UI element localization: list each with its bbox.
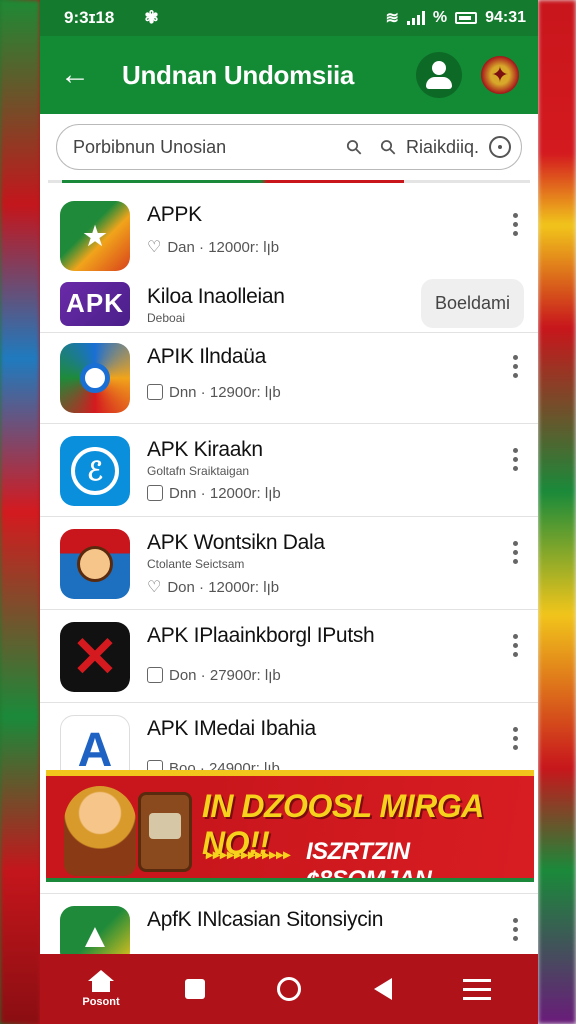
app-subtitle: Goltafn Sraiktaigan bbox=[147, 464, 250, 478]
app-bar: ← Undnan Undomsiia ✦ bbox=[40, 36, 538, 114]
app-name: APK Kiraakn bbox=[147, 438, 263, 461]
search-secondary-text: Riaikdiiq. bbox=[405, 136, 479, 157]
garuda-emblem-icon[interactable]: ✦ bbox=[478, 53, 522, 97]
app-name: APK IPlaainkborgl IPutsh bbox=[147, 624, 375, 647]
search-input[interactable]: Porbibnun Unosian ⚲ ⚲ Riaikdiiq. bbox=[56, 124, 522, 170]
loading-progress-fill bbox=[62, 180, 404, 183]
phone-screen: 9:3ɪ18 ✾ ≋ % 94:31 ← Undnan Undomsiia ✦ … bbox=[40, 0, 538, 1024]
nav-home-label: Posont bbox=[82, 996, 120, 1008]
app-name: ApfK INlcasian Sitonsiycin bbox=[147, 908, 384, 931]
more-options-icon[interactable] bbox=[507, 910, 524, 949]
nav-recents[interactable] bbox=[160, 979, 230, 999]
robot-image bbox=[138, 792, 192, 872]
more-options-icon[interactable] bbox=[507, 347, 524, 386]
search-icon[interactable]: ⚲ bbox=[340, 133, 368, 161]
banner-arrow: ▸▸▸▸▸▸▸▸▸▸▸▸ bbox=[206, 846, 291, 862]
app-meta: Dnn · 12000r: lꞁb bbox=[169, 485, 281, 502]
battery-percent: % bbox=[432, 9, 448, 26]
clock-icon[interactable] bbox=[489, 136, 511, 158]
app-name: APPK bbox=[147, 203, 202, 226]
app-icon: ℰ bbox=[60, 436, 130, 506]
menu-icon bbox=[463, 978, 491, 1000]
app-meta: Don · 12000r: lꞁb bbox=[167, 579, 280, 596]
status-bar: 9:3ɪ18 ✾ ≋ % 94:31 bbox=[40, 0, 538, 36]
back-triangle-icon bbox=[374, 978, 392, 1000]
signal-icon bbox=[406, 11, 425, 25]
wifi-icon: ≋ bbox=[385, 10, 399, 27]
app-subtitle: Ctolante Seictsam bbox=[147, 557, 245, 571]
more-options-icon[interactable] bbox=[507, 205, 524, 244]
bottom-navigation: Posont bbox=[40, 954, 538, 1024]
list-item[interactable]: APK Wontsikn Dala Ctolante Seictsam ♡ Do… bbox=[40, 517, 538, 610]
profile-icon bbox=[426, 61, 452, 89]
heart-icon: ♡ bbox=[147, 239, 162, 256]
mascot-image bbox=[64, 786, 136, 876]
nav-menu[interactable] bbox=[442, 978, 512, 1000]
battery-icon bbox=[455, 12, 478, 24]
search-section: Porbibnun Unosian ⚲ ⚲ Riaikdiiq. bbox=[40, 114, 538, 170]
app-subtitle: Deboai bbox=[147, 310, 186, 325]
app-list: ★ APPK ♡ Dan · 12000r: lꞁb APK Kiloa Ina… bbox=[40, 183, 538, 795]
square-icon bbox=[185, 979, 205, 999]
promo-banner[interactable]: IN DZOOSL MIRGA NO!! ▸▸▸▸▸▸▸▸▸▸▸▸ ISZRTZ… bbox=[46, 770, 534, 882]
profile-button[interactable] bbox=[416, 52, 462, 98]
list-item[interactable]: APIK Ilndaüa Dnn · 12900r: lꞁb bbox=[40, 333, 538, 424]
app-icon bbox=[60, 343, 130, 413]
banner-subtitle: ISZRTZIN ¢8SOMJAN bbox=[306, 838, 432, 882]
more-options-icon[interactable] bbox=[507, 626, 524, 665]
home-icon bbox=[88, 970, 114, 992]
search-icon-secondary: ⚲ bbox=[376, 134, 402, 161]
app-meta: Dnn · 12900r: lꞁb bbox=[169, 384, 281, 401]
page-title: Undnan Undomsiia bbox=[122, 59, 355, 90]
app-name: Kiloa Inaolleian bbox=[147, 284, 285, 308]
box-icon bbox=[147, 384, 163, 400]
status-time-right: 94:31 bbox=[485, 9, 526, 26]
status-time-left: 9:3ɪ18 bbox=[64, 8, 115, 27]
app-meta: Don · 27900r: lꞁb bbox=[169, 667, 281, 684]
list-item[interactable]: ℰ APK Kiraakn Goltafn Sraiktaigan Dnn · … bbox=[40, 424, 538, 517]
list-item[interactable]: ★ APPK ♡ Dan · 12000r: lꞁb bbox=[40, 189, 538, 275]
more-options-icon[interactable] bbox=[507, 440, 524, 479]
app-name: APK IMedai Ibahia bbox=[147, 717, 316, 740]
nav-back[interactable] bbox=[348, 978, 418, 1000]
app-icon: ✕ bbox=[60, 622, 130, 692]
more-options-icon[interactable] bbox=[507, 533, 524, 572]
apk-badge-icon: APK bbox=[60, 281, 130, 326]
background-left-decor bbox=[0, 0, 40, 1024]
heart-icon: ♡ bbox=[147, 579, 162, 596]
list-item[interactable]: ✕ APK IPlaainkborgl IPutsh Don · 27900r:… bbox=[40, 610, 538, 703]
list-item[interactable]: APK Kiloa Inaolleian Deboai Boeldami bbox=[40, 275, 538, 333]
loading-progress-bar bbox=[48, 180, 530, 183]
nav-home-circle[interactable] bbox=[254, 977, 324, 1001]
bug-icon: ✾ bbox=[144, 8, 159, 27]
app-name: APIK Ilndaüa bbox=[147, 345, 266, 368]
search-placeholder: Porbibnun Unosian bbox=[73, 136, 227, 157]
box-icon bbox=[147, 667, 163, 683]
background-right-decor bbox=[538, 0, 576, 1024]
app-name: APK Wontsikn Dala bbox=[147, 531, 325, 554]
box-icon bbox=[147, 485, 163, 501]
download-button[interactable]: Boeldami bbox=[420, 279, 524, 328]
app-icon: ★ bbox=[60, 201, 130, 271]
app-meta: Dan · 12000r: lꞁb bbox=[167, 239, 280, 256]
more-options-icon[interactable] bbox=[507, 719, 524, 758]
nav-home[interactable]: Posont bbox=[66, 970, 136, 1008]
circle-icon bbox=[277, 977, 301, 1001]
back-arrow-icon[interactable]: ← bbox=[60, 58, 100, 92]
app-icon bbox=[60, 529, 130, 599]
